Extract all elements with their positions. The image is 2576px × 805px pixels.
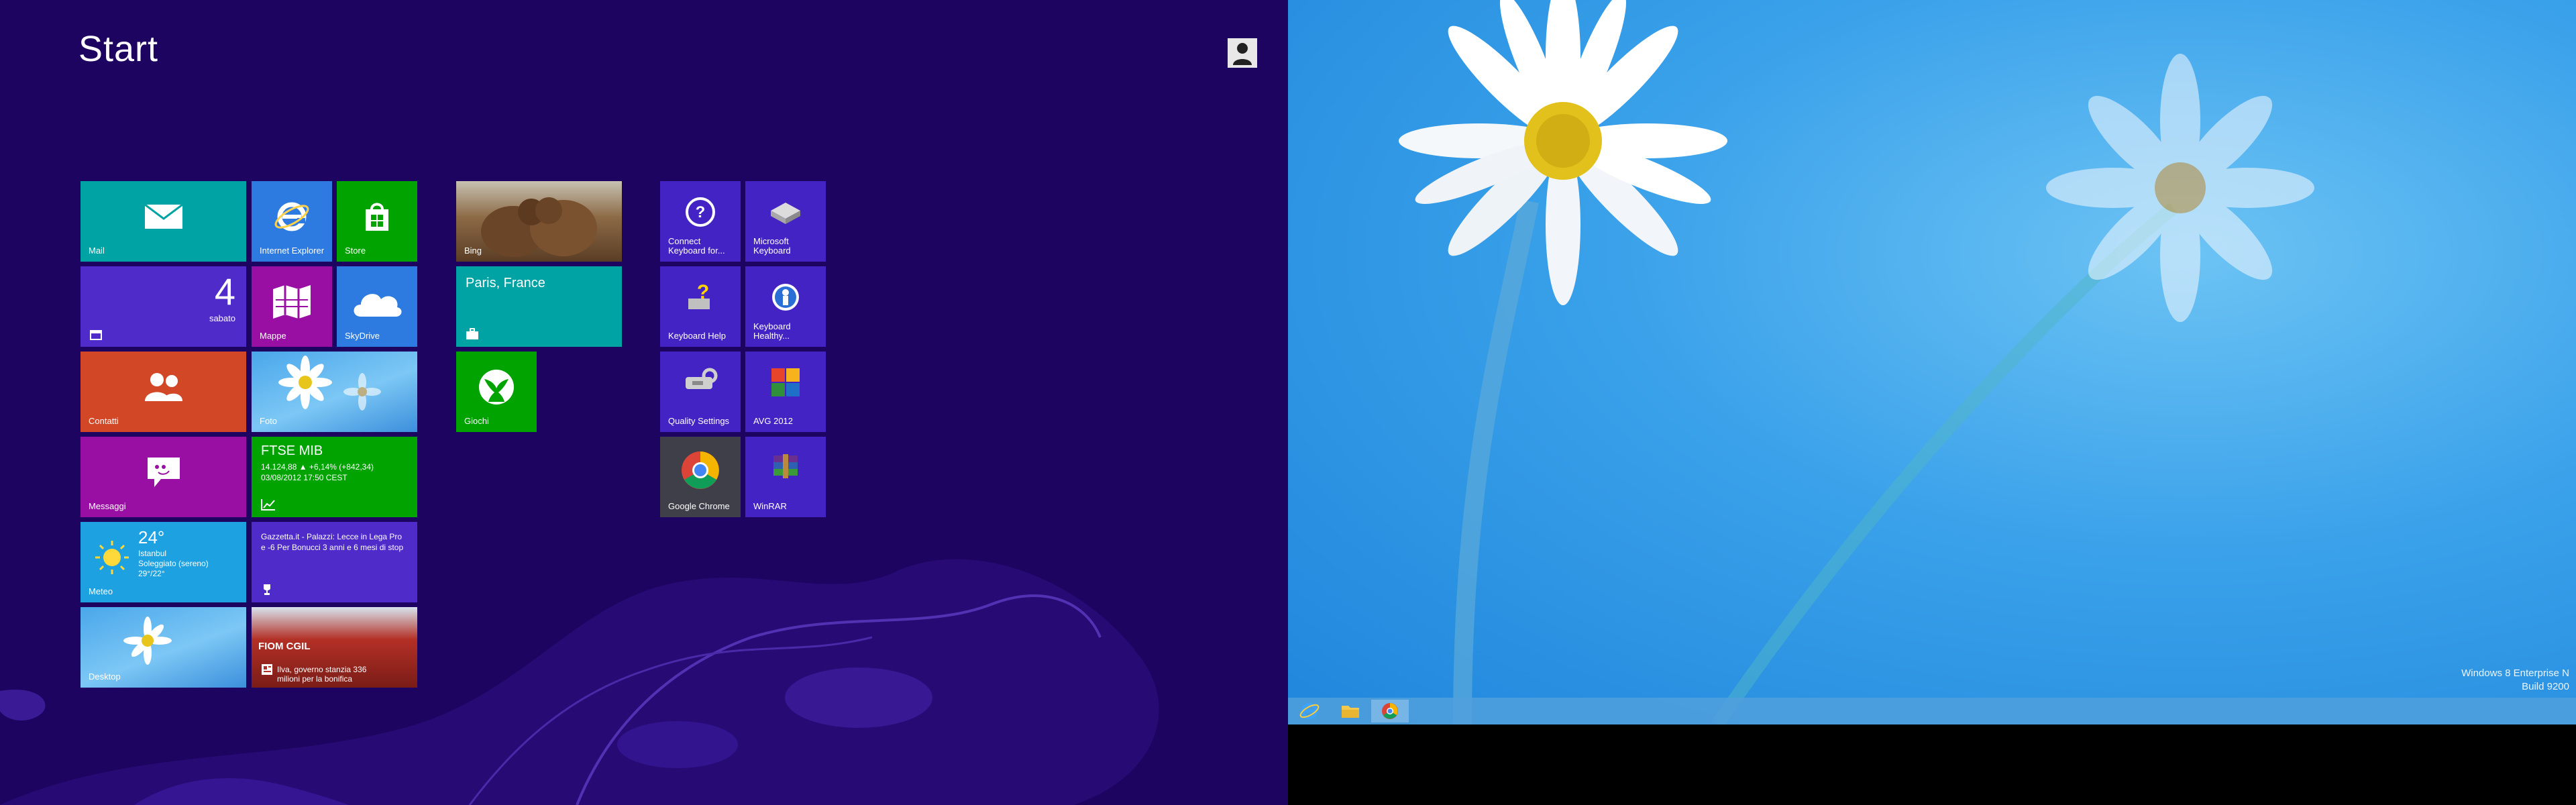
tile-label: Messaggi (89, 501, 126, 511)
tile-calendar[interactable]: 4 sabato (80, 266, 246, 347)
sport-headline: Gazzetta.it - Palazzi: Lecce in Lega Pro… (261, 532, 404, 552)
start-screen: Start Mail Internet Explorer Store 4 sab… (0, 0, 1288, 805)
help-icon: ? (686, 197, 715, 227)
keyboard-icon (771, 202, 800, 224)
daisy-wallpaper-image (1399, 0, 2314, 724)
xbox-icon (479, 369, 514, 405)
tile-google-chrome[interactable]: Google Chrome (660, 437, 741, 517)
tile-quality-settings[interactable]: Quality Settings (660, 352, 741, 432)
watermark-edition: Windows 8 Enterprise N (2461, 667, 2569, 679)
tile-contacts[interactable]: Contatti (80, 352, 246, 432)
tile-travel[interactable]: Paris, France (456, 266, 622, 347)
empty-screen-area (1288, 724, 2576, 805)
tile-label: Giochi (464, 416, 489, 426)
calendar-icon (90, 330, 102, 340)
tile-news[interactable]: FIOM CGIL Ilva, governo stanzia 336 mili… (252, 607, 417, 688)
tile-label: SkyDrive (345, 331, 380, 341)
finance-line1: 14.124,88 ▲ +6,14% (+842,34) (261, 462, 374, 472)
tile-keyboard-help[interactable]: ? Keyboard Help (660, 266, 741, 347)
svg-text:?: ? (696, 203, 706, 221)
trophy-icon (264, 584, 270, 595)
tile-connect-keyboard[interactable]: ? Connect Keyboard for... (660, 181, 741, 262)
tile-label: Bing (464, 246, 482, 256)
tile-label: Microsoft Keyboard (753, 236, 791, 256)
tile-label: Contatti (89, 416, 119, 426)
windows-build-watermark: Windows 8 Enterprise N Build 9200 (2461, 667, 2569, 694)
sun-icon (95, 541, 129, 574)
winrar-icon (773, 453, 798, 478)
tile-microsoft-keyboard[interactable]: Microsoft Keyboard (745, 181, 826, 262)
tile-label: Quality Settings (668, 416, 730, 426)
tile-winrar[interactable]: WinRAR (745, 437, 826, 517)
chrome-icon (682, 451, 719, 490)
tile-mail[interactable]: Mail (80, 181, 246, 262)
weather-range: 29°/22° (138, 569, 165, 578)
weather-temp: 24° (138, 527, 165, 547)
taskbar-internet-explorer-button[interactable] (1291, 700, 1328, 722)
taskbar (1288, 698, 2576, 724)
tile-internet-explorer[interactable]: Internet Explorer (252, 181, 332, 262)
keyboard-help-icon: ? (688, 281, 710, 309)
user-account-button[interactable] (1228, 38, 1257, 68)
store-icon (366, 203, 388, 231)
tile-label: Foto (260, 416, 278, 426)
tile-label: Internet Explorer (260, 246, 325, 256)
tile-photos[interactable]: Foto (252, 352, 417, 432)
tile-desktop[interactable]: Desktop (80, 607, 246, 688)
weather-city: Istanbul (138, 549, 167, 558)
message-icon (147, 457, 180, 487)
finance-title: FTSE MIB (261, 443, 323, 458)
weather-condition: Soleggiato (sereno) (138, 559, 209, 568)
tile-games[interactable]: Giochi (456, 352, 537, 432)
mail-icon (144, 203, 183, 229)
tile-label: Store (345, 246, 366, 256)
internet-explorer-icon (274, 202, 309, 231)
news-photo-sign: FIOM CGIL (258, 641, 311, 652)
news-headline: Ilva, governo stanzia 336 milioni per la… (277, 665, 367, 684)
tile-store[interactable]: Store (337, 181, 417, 262)
tile-label: Keyboard Healthy... (753, 321, 791, 341)
tile-avg[interactable]: AVG 2012 (745, 352, 826, 432)
watermark-build: Build 9200 (2522, 681, 2569, 692)
tile-label: Meteo (89, 586, 113, 596)
user-icon (1228, 38, 1257, 68)
tile-label: Mail (89, 246, 105, 256)
tile-label: Google Chrome (668, 501, 730, 511)
tile-keyboard-healthy[interactable]: Keyboard Healthy... (745, 266, 826, 347)
travel-destination: Paris, France (466, 276, 545, 290)
svg-text:?: ? (697, 281, 709, 303)
tile-weather[interactable]: 24° Istanbul Soleggiato (sereno) 29°/22°… (80, 522, 246, 602)
calendar-weekday: sabato (209, 313, 235, 323)
tile-messaging[interactable]: Messaggi (80, 437, 246, 517)
chart-icon (261, 499, 275, 511)
chrome-icon (1382, 703, 1398, 719)
taskbar-chrome-button[interactable] (1371, 700, 1409, 722)
tile-finance[interactable]: FTSE MIB 14.124,88 ▲ +6,14% (+842,34) 03… (252, 437, 417, 517)
tile-label: Keyboard Help (668, 331, 726, 341)
tile-label: Mappe (260, 331, 286, 341)
health-icon (772, 283, 799, 311)
desktop-wallpaper: Windows 8 Enterprise N Build 9200 (1288, 0, 2576, 724)
avg-icon (771, 368, 800, 396)
tile-label: AVG 2012 (753, 416, 794, 426)
cloud-icon (354, 293, 402, 317)
maps-icon (273, 284, 311, 319)
tile-label: Desktop (89, 672, 121, 682)
tile-label: Connect Keyboard for... (668, 236, 725, 256)
internet-explorer-icon (1299, 703, 1320, 719)
luggage-icon (466, 328, 478, 339)
start-title: Start (78, 29, 159, 69)
tile-sport[interactable]: Gazzetta.it - Palazzi: Lecce in Lega Pro… (252, 522, 417, 602)
tile-skydrive[interactable]: SkyDrive (337, 266, 417, 347)
file-explorer-icon (1342, 706, 1359, 718)
finance-line2: 03/08/2012 17:50 CEST (261, 473, 347, 482)
settings-icon (686, 368, 718, 389)
news-icon (262, 664, 272, 675)
tile-label: WinRAR (753, 501, 787, 511)
tile-maps[interactable]: Mappe (252, 266, 332, 347)
taskbar-file-explorer-button[interactable] (1331, 700, 1368, 722)
people-icon (144, 372, 182, 401)
calendar-day: 4 (214, 270, 235, 313)
tile-bing[interactable]: Bing (456, 181, 622, 262)
